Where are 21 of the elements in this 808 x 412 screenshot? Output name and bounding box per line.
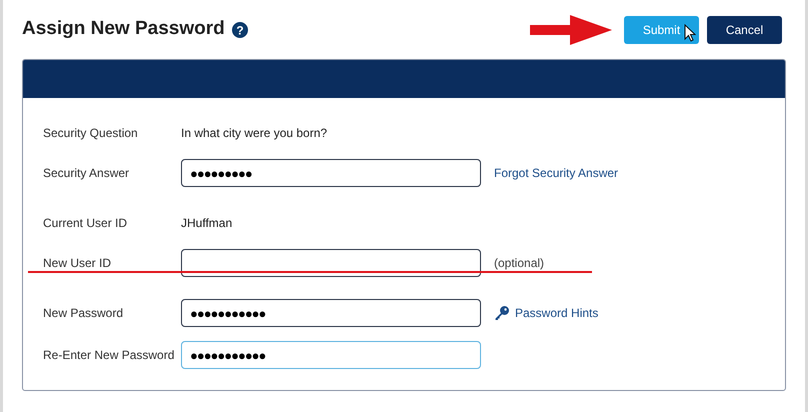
cursor-icon xyxy=(684,24,696,42)
cancel-button[interactable]: Cancel xyxy=(707,16,782,44)
field-label: Re-Enter New Password xyxy=(43,348,174,362)
key-icon xyxy=(494,305,510,321)
input-field[interactable]: ●●●●●●●●● xyxy=(181,159,481,187)
field-value: In what city were you born? xyxy=(181,125,328,142)
field-label: Security Question xyxy=(43,126,138,140)
field-label: New User ID xyxy=(43,256,112,270)
input-field[interactable] xyxy=(181,249,481,277)
help-icon[interactable]: ? xyxy=(232,22,248,38)
password-hints-link[interactable]: Password Hints xyxy=(515,304,598,322)
field-label: Security Answer xyxy=(43,166,130,180)
input-field[interactable]: ●●●●●●●●●●● xyxy=(181,299,481,327)
field-value: JHuffman xyxy=(181,215,232,232)
optional-note: (optional) xyxy=(494,255,544,272)
page-title: Assign New Password xyxy=(22,17,225,42)
field-label: New Password xyxy=(43,306,124,320)
field-label: Current User ID xyxy=(43,216,128,230)
forgot-answer-link[interactable]: Forgot Security Answer xyxy=(494,164,618,182)
input-field[interactable]: ●●●●●●●●●●● xyxy=(181,341,481,369)
arrow-icon xyxy=(528,12,614,46)
